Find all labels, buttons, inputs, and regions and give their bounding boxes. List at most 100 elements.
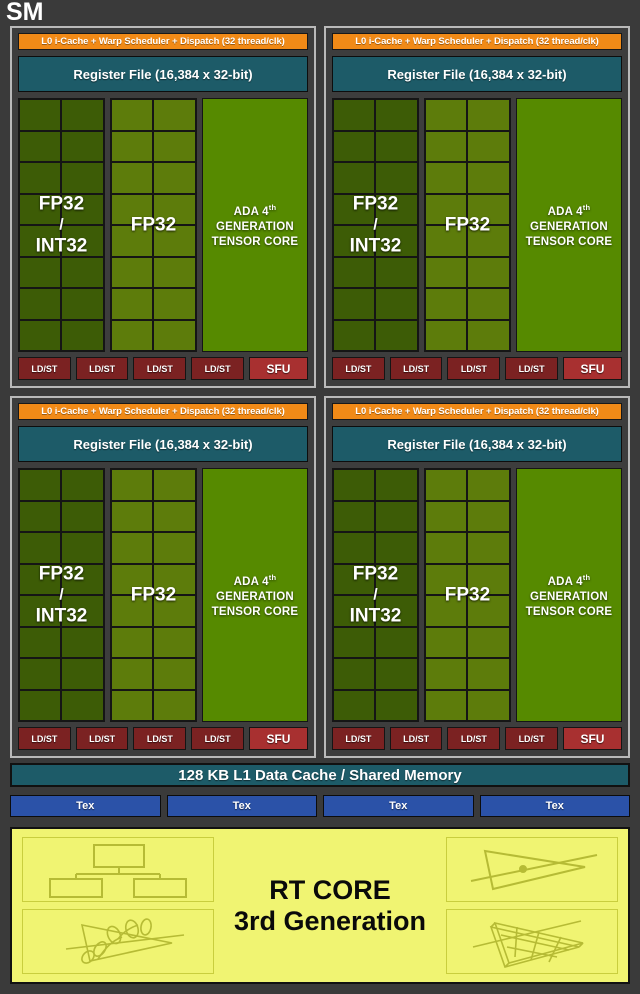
core-cell	[467, 256, 510, 288]
core-cell	[333, 658, 376, 690]
core-cell	[110, 469, 154, 501]
core-cell	[467, 469, 510, 501]
tensor-line1: ADA 4	[233, 575, 269, 588]
core-cell	[110, 658, 154, 690]
core-cell	[61, 658, 104, 690]
ldst-unit: LD/ST	[505, 357, 558, 380]
tex-unit: Tex	[166, 795, 317, 817]
core-cell	[61, 563, 104, 595]
core-cell	[19, 658, 62, 690]
core-cell	[375, 162, 418, 194]
processing-block-3: L0 i-Cache + Warp Scheduler + Dispatch (…	[324, 396, 630, 758]
core-cell	[153, 256, 196, 288]
core-cell	[467, 689, 510, 721]
ldst-unit: LD/ST	[133, 357, 187, 380]
core-cell	[467, 563, 510, 595]
core-cell	[375, 689, 418, 721]
core-cell	[375, 595, 418, 627]
core-cell	[467, 130, 510, 162]
ldst-unit: LD/ST	[191, 357, 244, 380]
core-cell	[19, 689, 62, 721]
ldst-sfu-row: LD/ST LD/ST LD/ST LD/ST SFU	[18, 357, 308, 380]
tensor-superscript: th	[582, 573, 591, 583]
tensor-line3: TENSOR CORE	[525, 235, 613, 248]
core-cell	[333, 193, 376, 225]
tensor-line1: ADA 4	[547, 205, 583, 218]
core-cell	[375, 99, 418, 131]
ldst-unit: LD/ST	[18, 357, 71, 380]
core-cell	[467, 162, 510, 194]
ldst-sfu-row: LD/ST LD/ST LD/ST LD/ST SFU	[332, 357, 622, 380]
core-cell	[333, 563, 376, 595]
core-cell	[424, 130, 468, 162]
ldst-unit: LD/ST	[389, 727, 443, 750]
ldst-unit: LD/ST	[447, 727, 501, 750]
core-cell	[333, 532, 376, 564]
core-cell	[333, 500, 376, 532]
processing-block-0: L0 i-Cache + Warp Scheduler + Dispatch (…	[10, 26, 316, 388]
core-cell	[375, 626, 418, 658]
core-cell	[424, 563, 468, 595]
ldst-sfu-row: LD/ST LD/ST LD/ST LD/ST SFU	[332, 727, 622, 750]
core-cell	[424, 532, 468, 564]
sfu-unit: SFU	[562, 727, 622, 750]
core-cell	[19, 469, 62, 501]
ldst-unit: LD/ST	[332, 357, 385, 380]
displaced-micromesh-triangle-icon	[446, 909, 618, 974]
tensor-line2: GENERATION	[530, 220, 608, 233]
core-cell	[110, 532, 154, 564]
core-cell	[110, 595, 154, 627]
rt-core-label: RT CORE 3rd Generation	[234, 875, 426, 935]
fp32-int32-core-group: FP32 / INT32	[18, 98, 105, 352]
core-cell	[153, 689, 196, 721]
tensor-superscript: th	[268, 573, 277, 583]
core-cell	[424, 193, 468, 225]
core-cell	[375, 288, 418, 320]
core-cell	[19, 225, 62, 257]
core-cell	[153, 595, 196, 627]
core-cell	[375, 532, 418, 564]
core-cell	[467, 99, 510, 131]
core-cell	[424, 500, 468, 532]
sm-diagram: SM L0 i-Cache + Warp Scheduler + Dispatc…	[0, 0, 640, 994]
sfu-unit: SFU	[562, 357, 622, 380]
fp32-core-group: FP32	[423, 98, 511, 352]
ldst-unit: LD/ST	[389, 357, 443, 380]
core-cell	[375, 256, 418, 288]
core-cell	[110, 99, 154, 131]
core-cell	[153, 563, 196, 595]
core-cell	[424, 469, 468, 501]
core-cell	[61, 532, 104, 564]
core-cell	[424, 658, 468, 690]
tex-unit: Tex	[479, 795, 630, 817]
core-cell	[424, 319, 468, 351]
ldst-unit: LD/ST	[447, 357, 501, 380]
core-cell	[110, 626, 154, 658]
core-cell	[61, 130, 104, 162]
opacity-micromap-foliage-icon	[22, 909, 214, 974]
core-cell	[375, 130, 418, 162]
fp32-int32-core-group: FP32 / INT32	[18, 468, 105, 722]
tensor-line2: GENERATION	[216, 590, 294, 603]
tensor-superscript: th	[268, 203, 277, 213]
processing-block-1: L0 i-Cache + Warp Scheduler + Dispatch (…	[324, 26, 630, 388]
core-cell	[467, 500, 510, 532]
rt-core-block: RT CORE 3rd Generation	[10, 827, 630, 984]
register-file-bar: Register File (16,384 x 32-bit)	[332, 56, 622, 92]
tex-unit: Tex	[323, 795, 474, 817]
core-cell	[61, 469, 104, 501]
core-cell	[61, 256, 104, 288]
processing-block-2: L0 i-Cache + Warp Scheduler + Dispatch (…	[10, 396, 316, 758]
register-file-bar: Register File (16,384 x 32-bit)	[18, 56, 308, 92]
bvh-tree-icon	[22, 837, 214, 902]
core-cell	[153, 319, 196, 351]
processing-block-grid: L0 i-Cache + Warp Scheduler + Dispatch (…	[10, 26, 630, 759]
l0-icache-warp-scheduler-bar: L0 i-Cache + Warp Scheduler + Dispatch (…	[18, 403, 308, 420]
core-cell	[110, 193, 154, 225]
core-cell	[424, 595, 468, 627]
tensor-line3: TENSOR CORE	[525, 605, 613, 618]
core-cell	[19, 99, 62, 131]
core-cell	[61, 689, 104, 721]
tensor-line2: GENERATION	[530, 590, 608, 603]
core-cell	[333, 626, 376, 658]
